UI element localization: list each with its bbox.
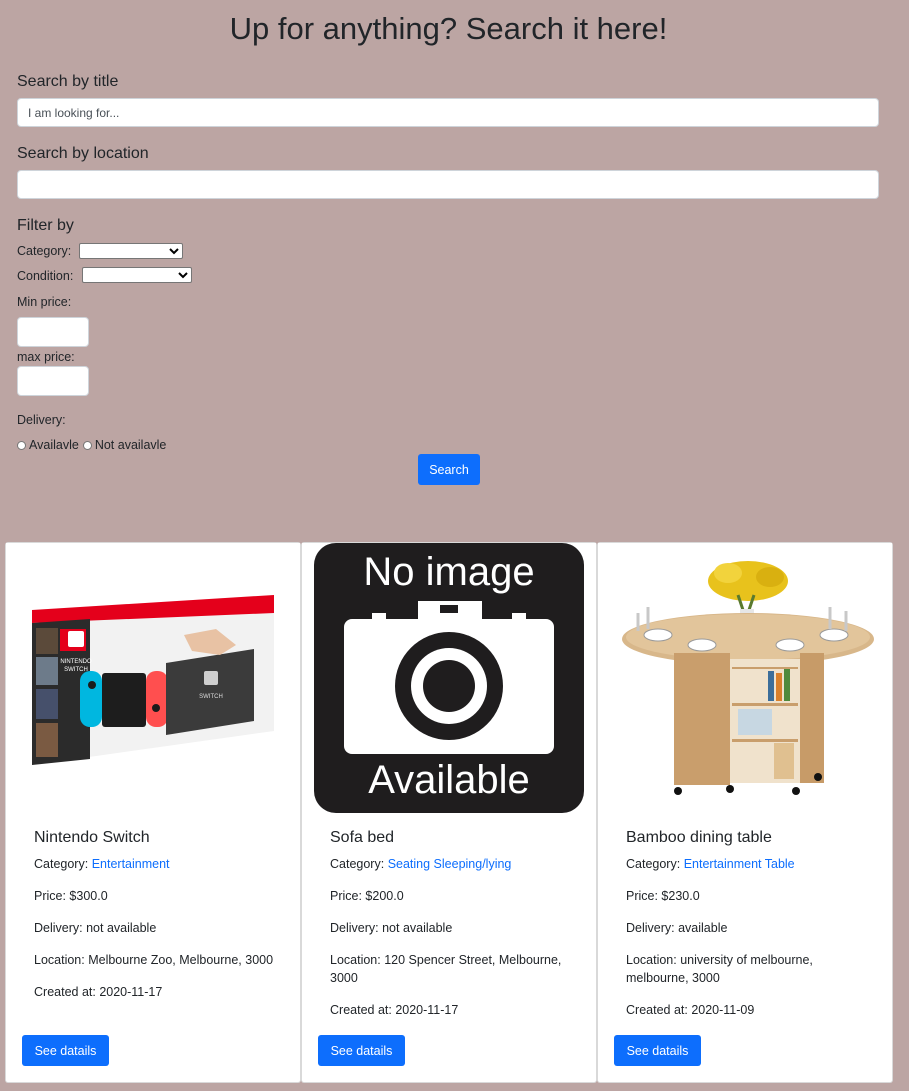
search-title-input[interactable] [17, 98, 879, 127]
listing-title: Sofa bed [330, 829, 395, 846]
see-details-button[interactable]: See datails [318, 1035, 405, 1066]
filter-heading: Filter by [17, 217, 74, 234]
category-select[interactable] [79, 243, 183, 259]
no-image-bottom-text: Available [368, 758, 530, 802]
listing-title: Bamboo dining table [626, 829, 772, 846]
listing-body: Sofa bed Category: Seating Sleeping/lyin… [330, 827, 580, 1033]
no-image-top-text: No image [363, 550, 535, 594]
listing-price: Price: $230.0 [626, 889, 700, 903]
search-location-input[interactable] [17, 170, 879, 199]
delivery-available-label: Availavle [29, 438, 79, 452]
max-price-input[interactable] [17, 366, 89, 396]
condition-select[interactable] [82, 267, 192, 283]
svg-text:SWITCH: SWITCH [199, 694, 223, 700]
delivery-options: Availavle Not availavle [17, 437, 166, 453]
min-price-input[interactable] [17, 317, 89, 347]
condition-label: Condition: [17, 269, 74, 283]
listing-created: Created at: 2020-11-17 [330, 1003, 459, 1017]
listing-title: Nintendo Switch [34, 829, 150, 846]
max-price-label: max price: [17, 350, 75, 364]
category-link[interactable]: Seating Sleeping/lying [388, 857, 512, 871]
listing-image-no-image[interactable]: No image Available [302, 543, 596, 813]
delivery-not-available-radio[interactable] [82, 440, 92, 450]
listing-card: NINTENDO SWITCH SWITCH Nintendo Switch C… [5, 542, 301, 1083]
listing-image-nintendo-switch[interactable]: NINTENDO SWITCH SWITCH [6, 543, 300, 813]
listing-delivery: Delivery: not available [34, 921, 157, 935]
listing-cards: NINTENDO SWITCH SWITCH Nintendo Switch C… [5, 542, 893, 1083]
listing-location: Location: 120 Spencer Street, Melbourne,… [330, 953, 562, 985]
listing-card: Bamboo dining table Category: Entertainm… [597, 542, 893, 1083]
listing-body: Bamboo dining table Category: Entertainm… [626, 827, 876, 1033]
listing-body: Nintendo Switch Category: Entertainment … [34, 827, 284, 1015]
search-button[interactable]: Search [418, 454, 480, 485]
listing-category: Category: Entertainment Table [626, 857, 795, 871]
listing-location: Location: university of melbourne, melbo… [626, 953, 813, 985]
page-title: Up for anything? Search it here! [229, 11, 668, 46]
listing-category: Category: Entertainment [34, 857, 170, 871]
listing-price: Price: $300.0 [34, 889, 108, 903]
delivery-label: Delivery: [17, 413, 66, 427]
delivery-not-available-label: Not availavle [94, 438, 167, 452]
category-link[interactable]: Entertainment Table [684, 857, 795, 871]
search-location-label: Search by location [17, 145, 149, 162]
listing-created: Created at: 2020-11-17 [34, 985, 163, 999]
delivery-available-radio[interactable] [17, 440, 26, 450]
min-price-label: Min price: [17, 295, 72, 309]
svg-text:NINTENDO: NINTENDO [60, 659, 92, 665]
listing-category: Category: Seating Sleeping/lying [330, 857, 512, 871]
search-title-label: Search by title [17, 73, 119, 90]
see-details-button[interactable]: See datails [22, 1035, 109, 1066]
listing-created: Created at: 2020-11-09 [626, 1003, 755, 1017]
see-details-button[interactable]: See datails [614, 1035, 701, 1066]
category-link[interactable]: Entertainment [92, 857, 170, 871]
listing-delivery: Delivery: available [626, 921, 728, 935]
category-label: Category: [17, 244, 72, 258]
listing-card: No image Available Sofa bed Category: Se… [301, 542, 597, 1083]
listing-image-bamboo-table[interactable] [598, 543, 892, 813]
listing-price: Price: $200.0 [330, 889, 404, 903]
listing-location: Location: Melbourne Zoo, Melbourne, 3000 [34, 953, 274, 967]
svg-text:SWITCH: SWITCH [64, 667, 88, 673]
listing-delivery: Delivery: not available [330, 921, 453, 935]
